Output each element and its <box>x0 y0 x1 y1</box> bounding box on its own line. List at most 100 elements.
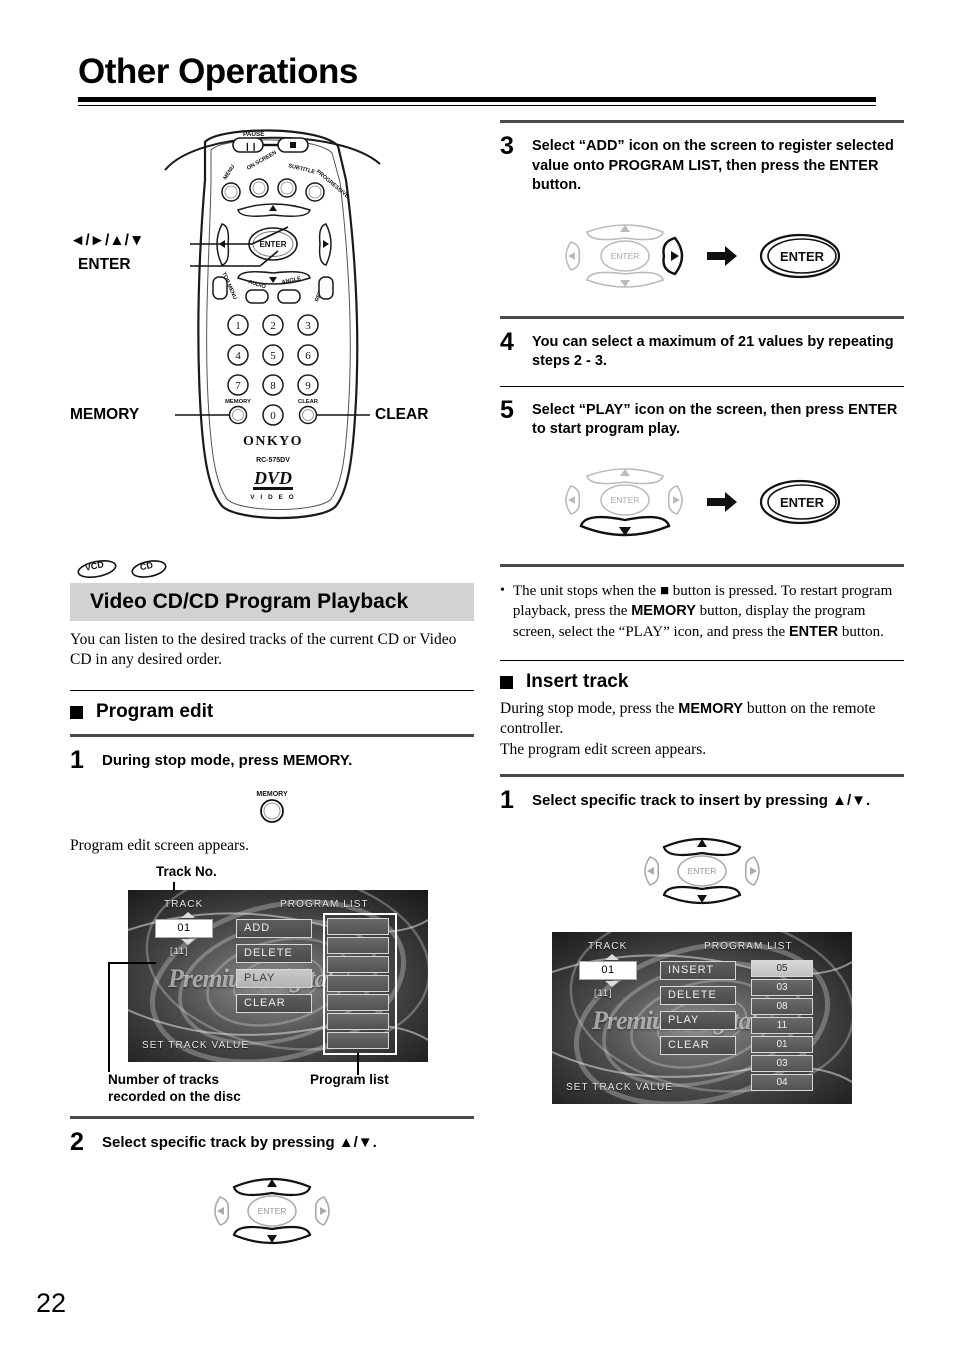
step-5: 5 Select “PLAY” icon on the screen, then… <box>500 397 904 440</box>
svg-text:ENTER: ENTER <box>258 1206 287 1216</box>
program-list-highlight-box <box>323 913 397 1056</box>
svg-text:ONKYO: ONKYO <box>243 434 303 449</box>
note-bold-enter: ENTER <box>788 623 839 640</box>
bullet-note: • The unit stops when the ■ button is pr… <box>500 581 904 642</box>
callout-track-no: Track No. <box>156 864 217 880</box>
divider <box>70 734 474 738</box>
dpad-down-icon: ENTER <box>565 468 683 537</box>
osd-button-insert[interactable]: INSERT <box>660 960 736 980</box>
bullet-square-icon <box>500 675 513 689</box>
divider <box>500 385 904 387</box>
osd-button-delete[interactable]: DELETE <box>236 944 312 964</box>
insert-bold-memory: MEMORY <box>678 701 743 718</box>
section-title-bar: Video CD/CD Program Playback <box>70 583 474 621</box>
enter-button-icon: ENTER <box>759 233 841 278</box>
osd-track-label: TRACK <box>164 899 204 911</box>
subsection-insert-track: Insert track <box>500 671 904 693</box>
step-5-text: Select “PLAY” icon on the screen, then p… <box>532 401 898 438</box>
osd-program-list-label: PROGRAM LIST <box>280 899 369 911</box>
svg-text:❙❙: ❙❙ <box>244 142 257 151</box>
track-up-arrow-icon[interactable] <box>181 912 195 919</box>
track-down-arrow-icon[interactable] <box>605 980 619 987</box>
osd-screen-program-edit: Premium Digital TRACK 01 [11] PROGRAM LI… <box>128 890 428 1063</box>
step-3-number: 3 <box>500 132 514 160</box>
step-5-illustration: ENTER ENTER <box>500 454 904 550</box>
svg-text:MEMORY: MEMORY <box>256 791 288 798</box>
stop-square-icon: ■ <box>659 582 670 599</box>
osd-footer-right: SET TRACK VALUE <box>566 1081 674 1093</box>
step-4-text: You can select a maximum of 21 values by… <box>532 333 894 370</box>
svg-text:CD: CD <box>139 560 154 572</box>
svg-text:9: 9 <box>305 380 311 392</box>
svg-text:8: 8 <box>270 380 276 392</box>
left-column: PAUSE ❙❙ MENU ON SCREEN SUBTITLE PROGRES… <box>70 120 474 1262</box>
osd-button-clear[interactable]: CLEAR <box>236 994 312 1014</box>
osd-button-clear[interactable]: CLEAR <box>660 1035 736 1055</box>
dpad-up-down-icon: ENTER <box>214 1178 330 1245</box>
subsection-label: Program edit <box>96 701 214 723</box>
insert-step-1: 1 Select specific track to insert by pre… <box>500 785 904 814</box>
svg-text:6: 6 <box>305 350 311 362</box>
divider <box>500 120 904 123</box>
callout-enter-label: ENTER <box>78 256 131 273</box>
svg-text:5: 5 <box>270 350 276 362</box>
insert-step-1-number: 1 <box>500 785 514 814</box>
leader-line <box>108 962 110 1073</box>
svg-text:7: 7 <box>235 380 241 392</box>
osd-track-value[interactable]: 01 <box>155 919 213 939</box>
bullet-note-text: The unit stops when the ■ button is pres… <box>513 581 904 642</box>
step-2-text: Select specific track by pressing ▲/▼. <box>102 1134 377 1152</box>
osd-captions: Number of tracks recorded on the disc Pr… <box>70 1068 474 1108</box>
track-down-arrow-icon[interactable] <box>181 939 195 946</box>
step-1-number: 1 <box>70 746 84 775</box>
osd-program-item-7[interactable]: 04 <box>751 1073 813 1091</box>
svg-text:2: 2 <box>270 320 276 332</box>
dpad-right-icon: ENTER <box>565 223 684 288</box>
divider <box>500 563 904 567</box>
note-prefix: The unit stops when the <box>512 582 657 599</box>
dpad-up-down-icon: ENTER <box>644 837 760 904</box>
caption-program-list: Program list <box>310 1072 389 1088</box>
osd-track-count: [11] <box>170 946 189 957</box>
osd-program-item-6[interactable]: 03 <box>751 1054 813 1072</box>
osd-button-play[interactable]: PLAY <box>236 969 312 989</box>
osd-track-label: TRACK <box>588 940 628 952</box>
bullet-dot-icon: • <box>500 582 505 598</box>
divider <box>70 690 474 692</box>
svg-text:CLEAR: CLEAR <box>298 399 319 405</box>
svg-text:1: 1 <box>235 320 241 332</box>
svg-text:VCD: VCD <box>84 559 105 573</box>
osd-button-add[interactable]: ADD <box>236 919 312 939</box>
divider <box>500 315 904 319</box>
osd-track-value[interactable]: 01 <box>579 960 637 980</box>
arrow-right-icon <box>707 491 737 512</box>
callout-dpad-label: ◄/►/▲/▼ <box>70 232 145 249</box>
osd-program-item-4[interactable]: 11 <box>751 1016 813 1034</box>
step-4: 4 You can select a maximum of 21 values … <box>500 327 904 372</box>
svg-text:V I D E O: V I D E O <box>250 494 295 501</box>
track-no-callout: Track No. <box>70 864 474 897</box>
note-suffix: button. <box>841 623 884 640</box>
remote-control-illustration: PAUSE ❙❙ MENU ON SCREEN SUBTITLE PROGRES… <box>70 120 474 535</box>
osd-button-play[interactable]: PLAY <box>660 1010 736 1030</box>
track-up-arrow-icon[interactable] <box>605 953 619 960</box>
step-1: 1 During stop mode, press MEMORY. <box>70 748 474 773</box>
svg-text:RC-575DV: RC-575DV <box>256 457 290 464</box>
svg-text:ENTER: ENTER <box>611 495 640 505</box>
enter-button-icon: ENTER <box>759 479 841 525</box>
section-intro-text: You can listen to the desired tracks of … <box>70 631 457 669</box>
step-1-note: Program edit screen appears. <box>70 837 250 855</box>
bullet-square-icon <box>70 705 83 719</box>
osd-button-delete[interactable]: DELETE <box>660 985 736 1005</box>
step-4-number: 4 <box>500 327 514 356</box>
osd-program-item-5[interactable]: 01 <box>751 1035 813 1053</box>
osd-program-item-2[interactable]: 03 <box>751 978 813 996</box>
svg-text:0: 0 <box>270 410 276 422</box>
memory-button-illustration: MEMORY <box>70 787 474 830</box>
osd-program-item-1[interactable]: 05 <box>751 959 813 977</box>
insert-line2: The program edit screen appears. <box>500 740 707 758</box>
svg-text:ENTER: ENTER <box>259 240 286 249</box>
osd-program-item-3[interactable]: 08 <box>751 997 813 1015</box>
title-divider <box>78 97 876 106</box>
svg-text:ENTER: ENTER <box>780 249 825 264</box>
